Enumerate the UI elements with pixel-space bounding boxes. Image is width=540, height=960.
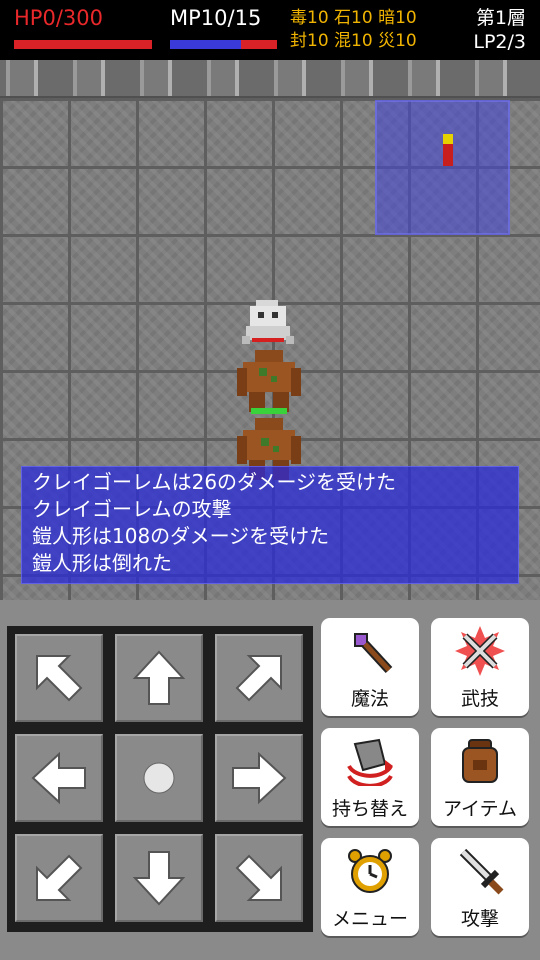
status-hud: HP0/300 MP10/15 毒10 石10 暗10 封10 混10 災10 … bbox=[0, 0, 540, 60]
move-down-right-button[interactable] bbox=[215, 834, 303, 922]
item-button[interactable]: アイテム bbox=[431, 728, 529, 826]
mp-bar-fill bbox=[170, 40, 241, 49]
arrow-down-right-icon bbox=[235, 854, 282, 901]
minimap-player bbox=[443, 144, 453, 166]
status-effects-line-1: 毒10 石10 暗10 bbox=[290, 8, 417, 28]
arrow-down-left-icon bbox=[36, 854, 83, 901]
message-line: 鎧人形は108のダメージを受けた bbox=[32, 524, 330, 548]
menu-button[interactable]: メニュー bbox=[321, 838, 419, 936]
item-button-label: アイテム bbox=[442, 798, 518, 820]
attack-button-label: 攻撃 bbox=[460, 908, 499, 930]
mp-text: MP10/15 bbox=[170, 6, 262, 30]
hp-bar bbox=[14, 40, 152, 49]
floor-level: 第1層 bbox=[475, 7, 526, 29]
arrow-up-left-icon bbox=[36, 655, 83, 702]
alarm-clock-icon bbox=[348, 849, 392, 893]
magic-button-label: 魔法 bbox=[350, 688, 389, 710]
move-up-left-button[interactable] bbox=[15, 634, 103, 722]
magic-button[interactable]: 魔法 bbox=[321, 618, 419, 716]
message-line: クレイゴーレムは26のダメージを受けた bbox=[32, 470, 397, 494]
direction-pad bbox=[7, 626, 313, 932]
skill-button[interactable]: 武技 bbox=[431, 618, 529, 716]
arrow-up-icon bbox=[132, 650, 186, 705]
hp-text: HP0/300 bbox=[14, 6, 103, 30]
life-points: LP2/3 bbox=[473, 31, 526, 53]
minimap-marker bbox=[443, 134, 453, 144]
move-left-button[interactable] bbox=[15, 734, 103, 822]
arrow-up-right-icon bbox=[235, 655, 282, 702]
attack-button[interactable]: 攻撃 bbox=[431, 838, 529, 936]
crossed-swords-icon bbox=[455, 626, 505, 676]
status-effects: 毒10 石10 暗10 封10 混10 災10 bbox=[290, 7, 417, 53]
swap-weapon-button-label: 持ち替え bbox=[331, 798, 408, 820]
clay-golem-sprite bbox=[237, 350, 301, 414]
dungeon-wall bbox=[0, 60, 540, 99]
arrow-left-icon bbox=[31, 751, 86, 805]
move-right-button[interactable] bbox=[215, 734, 303, 822]
minimap bbox=[375, 100, 510, 235]
sword-icon bbox=[459, 848, 504, 895]
message-line: 鎧人形は倒れた bbox=[32, 551, 172, 575]
message-line: クレイゴーレムの攻撃 bbox=[32, 497, 232, 521]
arrow-right-icon bbox=[232, 751, 287, 805]
move-down-button[interactable] bbox=[115, 834, 203, 922]
message-log: クレイゴーレムは26のダメージを受けた クレイゴーレムの攻撃 鎧人形は108のダ… bbox=[21, 466, 519, 584]
ghost-sprite bbox=[242, 300, 294, 344]
arrow-down-icon bbox=[132, 851, 186, 906]
menu-button-label: メニュー bbox=[331, 908, 408, 930]
move-down-left-button[interactable] bbox=[15, 834, 103, 922]
skill-button-label: 武技 bbox=[460, 688, 499, 710]
control-panel: 魔法 武技 持ち替え アイテム メニュー 攻撃 bbox=[0, 600, 540, 960]
swap-weapon-button[interactable]: 持ち替え bbox=[321, 728, 419, 826]
wait-dot-icon bbox=[143, 762, 175, 794]
status-effects-line-2: 封10 混10 災10 bbox=[290, 31, 417, 51]
move-up-right-button[interactable] bbox=[215, 634, 303, 722]
bag-icon bbox=[462, 739, 498, 783]
staff-icon bbox=[354, 633, 393, 674]
wait-button[interactable] bbox=[115, 734, 203, 822]
move-up-button[interactable] bbox=[115, 634, 203, 722]
floor-info: 第1層 LP2/3 bbox=[473, 6, 526, 54]
swap-weapon-icon bbox=[347, 738, 393, 786]
mp-bar bbox=[170, 40, 277, 49]
